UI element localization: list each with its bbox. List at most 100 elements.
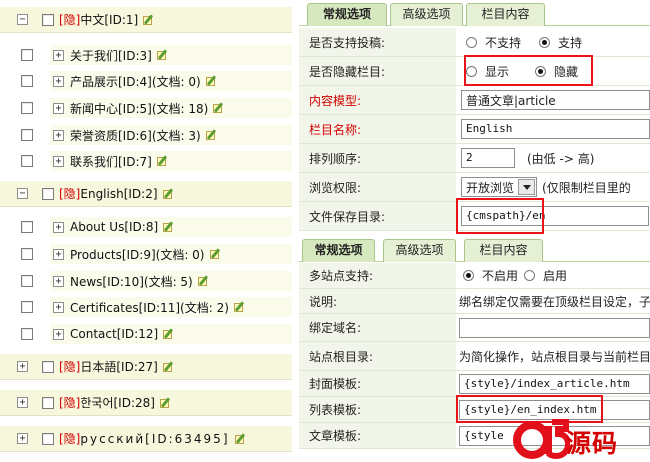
checkbox[interactable] — [42, 432, 54, 445]
expand-icon[interactable]: + — [53, 75, 64, 87]
expand-icon[interactable]: + — [53, 155, 64, 167]
checkbox[interactable] — [42, 13, 54, 26]
tree-item-products-en[interactable]: + Products[ID:9](文档: 0) — [0, 241, 292, 267]
expand-icon[interactable]: + — [53, 221, 64, 233]
cover-template-input[interactable]: {style}/index_article.htm — [459, 373, 650, 394]
highlight-box-hidden — [464, 55, 593, 86]
edit-icon[interactable] — [233, 301, 246, 313]
checkbox[interactable] — [21, 221, 33, 233]
radio-enable[interactable] — [524, 270, 536, 281]
tab-general[interactable]: 常规选项 — [302, 239, 375, 262]
expand-icon[interactable]: + — [53, 102, 64, 114]
browse-select[interactable]: 开放浏览 — [461, 177, 538, 197]
tree-item-chinese[interactable]: − [隐] 中文[ID:1] — [0, 7, 292, 33]
hidden-tag: [隐] — [59, 187, 81, 201]
order-input[interactable]: 2 — [461, 148, 515, 168]
expand-icon[interactable]: + — [53, 49, 64, 61]
domain-input[interactable] — [459, 317, 650, 338]
tree-item-contact[interactable]: + 联系我们[ID:7] — [0, 148, 292, 174]
tree-item-english[interactable]: − [隐] English[ID:2] — [0, 181, 292, 207]
tree-item-japanese[interactable]: + [隐] 日本語[ID:27] — [0, 354, 292, 380]
expand-icon[interactable]: + — [53, 328, 64, 340]
tree-item-russian[interactable]: + [隐] русский[ID:63495] — [0, 426, 292, 452]
expand-icon[interactable]: + — [17, 361, 28, 372]
radio-no-submit[interactable] — [466, 36, 477, 48]
edit-icon[interactable] — [162, 187, 175, 200]
checkbox[interactable] — [21, 275, 33, 287]
checkbox[interactable] — [21, 155, 33, 167]
checkbox[interactable] — [42, 360, 54, 373]
browse-hint: (仅限制栏目里的 — [542, 180, 631, 195]
name-input[interactable]: English — [461, 119, 650, 139]
chevron-down-icon[interactable] — [518, 179, 536, 195]
tree-item-label[interactable]: Products[ID:9](文档: 0) — [70, 246, 205, 263]
checkbox[interactable] — [42, 187, 54, 200]
label-order: 排列顺序: — [299, 144, 456, 172]
radio-label: 不启用 — [482, 269, 519, 283]
collapse-icon[interactable]: − — [17, 188, 28, 199]
tab-content[interactable]: 栏目内容 — [464, 239, 543, 262]
content-model-select[interactable]: 普通文章|article — [461, 90, 650, 110]
edit-icon[interactable] — [162, 360, 175, 373]
tree-item-korean[interactable]: + [隐] 한국어[ID:28] — [0, 390, 292, 416]
checkbox[interactable] — [21, 328, 33, 340]
edit-icon[interactable] — [205, 75, 218, 87]
checkbox[interactable] — [21, 75, 33, 87]
tree-item-certificates[interactable]: + Certificates[ID:11](文档: 2) — [0, 294, 292, 320]
radio-disable[interactable] — [463, 270, 474, 281]
tree-item-news-en[interactable]: + News[ID:10](文档: 5) — [0, 268, 292, 294]
tree-item-label[interactable]: 关于我们[ID:3] — [70, 47, 152, 64]
edit-icon[interactable] — [142, 13, 155, 26]
tree-item-label[interactable]: Certificates[ID:11](文档: 2) — [70, 299, 229, 316]
tree-item-label[interactable]: 联系我们[ID:7] — [70, 153, 152, 170]
checkbox[interactable] — [21, 248, 33, 260]
tree-item-about-us[interactable]: + About Us[ID:8] — [0, 214, 292, 240]
edit-icon[interactable] — [212, 102, 225, 114]
tree-item-news[interactable]: + 新闻中心[ID:5](文档: 18) — [0, 95, 292, 121]
tree-item-label[interactable]: 新闻中心[ID:5](文档: 18) — [70, 100, 208, 117]
tree-item-contact-en[interactable]: + Contact[ID:12] — [0, 321, 292, 347]
expand-icon[interactable]: + — [53, 301, 64, 313]
edit-icon[interactable] — [197, 275, 210, 287]
label-browse: 浏览权限: — [299, 173, 456, 201]
tab-advanced[interactable]: 高级选项 — [390, 3, 463, 26]
tree-item-products[interactable]: + 产品展示[ID:4](文档: 0) — [0, 68, 292, 94]
tree-item-label[interactable]: 日本語[ID:27] — [80, 358, 157, 375]
expand-icon[interactable]: + — [53, 275, 64, 287]
expand-icon[interactable]: + — [17, 433, 28, 444]
hidden-tag: [隐] — [59, 396, 81, 410]
tab-content[interactable]: 栏目内容 — [466, 3, 545, 26]
edit-icon[interactable] — [234, 432, 247, 445]
checkbox[interactable] — [21, 301, 33, 313]
edit-icon[interactable] — [209, 248, 222, 260]
checkbox[interactable] — [42, 396, 54, 409]
edit-icon[interactable] — [156, 155, 169, 167]
checkbox[interactable] — [21, 129, 33, 141]
tab-advanced[interactable]: 高级选项 — [383, 239, 456, 262]
tab-general[interactable]: 常规选项 — [307, 3, 387, 26]
tree-item-honors[interactable]: + 荣誉资质[ID:6](文档: 3) — [0, 122, 292, 148]
checkbox[interactable] — [21, 102, 33, 114]
expand-icon[interactable]: + — [53, 248, 64, 260]
expand-icon[interactable]: + — [53, 129, 64, 141]
edit-icon[interactable] — [162, 221, 175, 233]
tree-item-label[interactable]: русский[ID:63495] — [80, 432, 229, 446]
tree-item-label[interactable]: News[ID:10](文档: 5) — [70, 273, 193, 290]
checkbox[interactable] — [21, 49, 33, 61]
tree-item-label[interactable]: 产品展示[ID:4](文档: 0) — [70, 73, 201, 90]
radio-label: 启用 — [543, 269, 568, 283]
tree-item-label[interactable]: About Us[ID:8] — [70, 220, 158, 234]
tree-item-about[interactable]: + 关于我们[ID:3] — [0, 42, 292, 68]
tree-item-label[interactable]: 한국어[ID:28] — [80, 394, 155, 411]
edit-icon[interactable] — [156, 49, 169, 61]
tree-item-label[interactable]: 荣誉资质[ID:6](文档: 3) — [70, 127, 201, 144]
tree-item-label[interactable]: Contact[ID:12] — [70, 327, 158, 341]
collapse-icon[interactable]: − — [17, 14, 28, 25]
edit-icon[interactable] — [205, 129, 218, 141]
edit-icon[interactable] — [159, 396, 172, 409]
edit-icon[interactable] — [162, 328, 175, 340]
radio-allow-submit[interactable] — [539, 36, 551, 48]
expand-icon[interactable]: + — [17, 397, 28, 408]
tree-item-label[interactable]: 中文[ID:1] — [80, 11, 138, 28]
tree-item-label[interactable]: English[ID:2] — [80, 187, 157, 201]
